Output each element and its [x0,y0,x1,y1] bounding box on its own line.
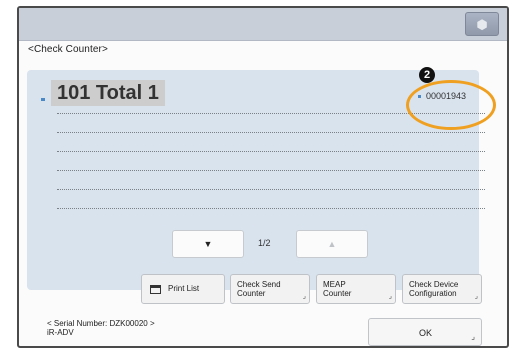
meap-counter-label: MEAP Counter [323,280,352,298]
check-device-configuration-button[interactable]: Check Device Configuration ⌟ [402,274,482,304]
row-separator [57,189,485,190]
row-separator [57,208,485,209]
print-list-icon [150,285,161,294]
callout-number: 2 [419,67,435,83]
row-separator [57,170,485,171]
top-bar: ⬢ [19,8,507,41]
top-right-button[interactable]: ⬢ [465,12,499,36]
page-down-button[interactable]: ▼ [172,230,244,258]
counter-name: 101 Total 1 [51,80,165,106]
row-separator [57,132,485,133]
row-separator [57,151,485,152]
page-up-button[interactable]: ▲ [296,230,368,258]
corner-arrow-icon: ⌟ [471,332,475,341]
serial-number: < Serial Number: DZK00020 > [47,319,155,328]
ok-label: OK [419,328,433,338]
print-list-label: Print List [168,284,200,293]
meap-counter-button[interactable]: MEAP Counter ⌟ [316,274,396,304]
model-name: iR-ADV [47,328,74,337]
up-arrow-icon: ▲ [327,239,337,249]
check-send-counter-button[interactable]: Check Send Counter ⌟ [230,274,310,304]
corner-arrow-icon: ⌟ [474,293,478,300]
ok-button[interactable]: OK ⌟ [368,318,482,346]
cube-icon: ⬢ [476,16,488,32]
bullet-marker [41,97,45,101]
counter-header: 101 Total 1 [41,80,211,106]
print-list-button[interactable]: Print List [141,274,225,304]
serial-info: < Serial Number: DZK00020 > iR-ADV [47,319,155,337]
corner-arrow-icon: ⌟ [388,293,392,300]
corner-arrow-icon: ⌟ [302,293,306,300]
down-arrow-icon: ▼ [203,239,213,249]
check-device-configuration-label: Check Device Configuration [409,280,459,298]
highlight-circle [406,80,496,130]
page-indicator: 1/2 [258,238,271,248]
screen-title: <Check Counter> [28,44,108,55]
check-send-counter-label: Check Send Counter [237,280,281,298]
